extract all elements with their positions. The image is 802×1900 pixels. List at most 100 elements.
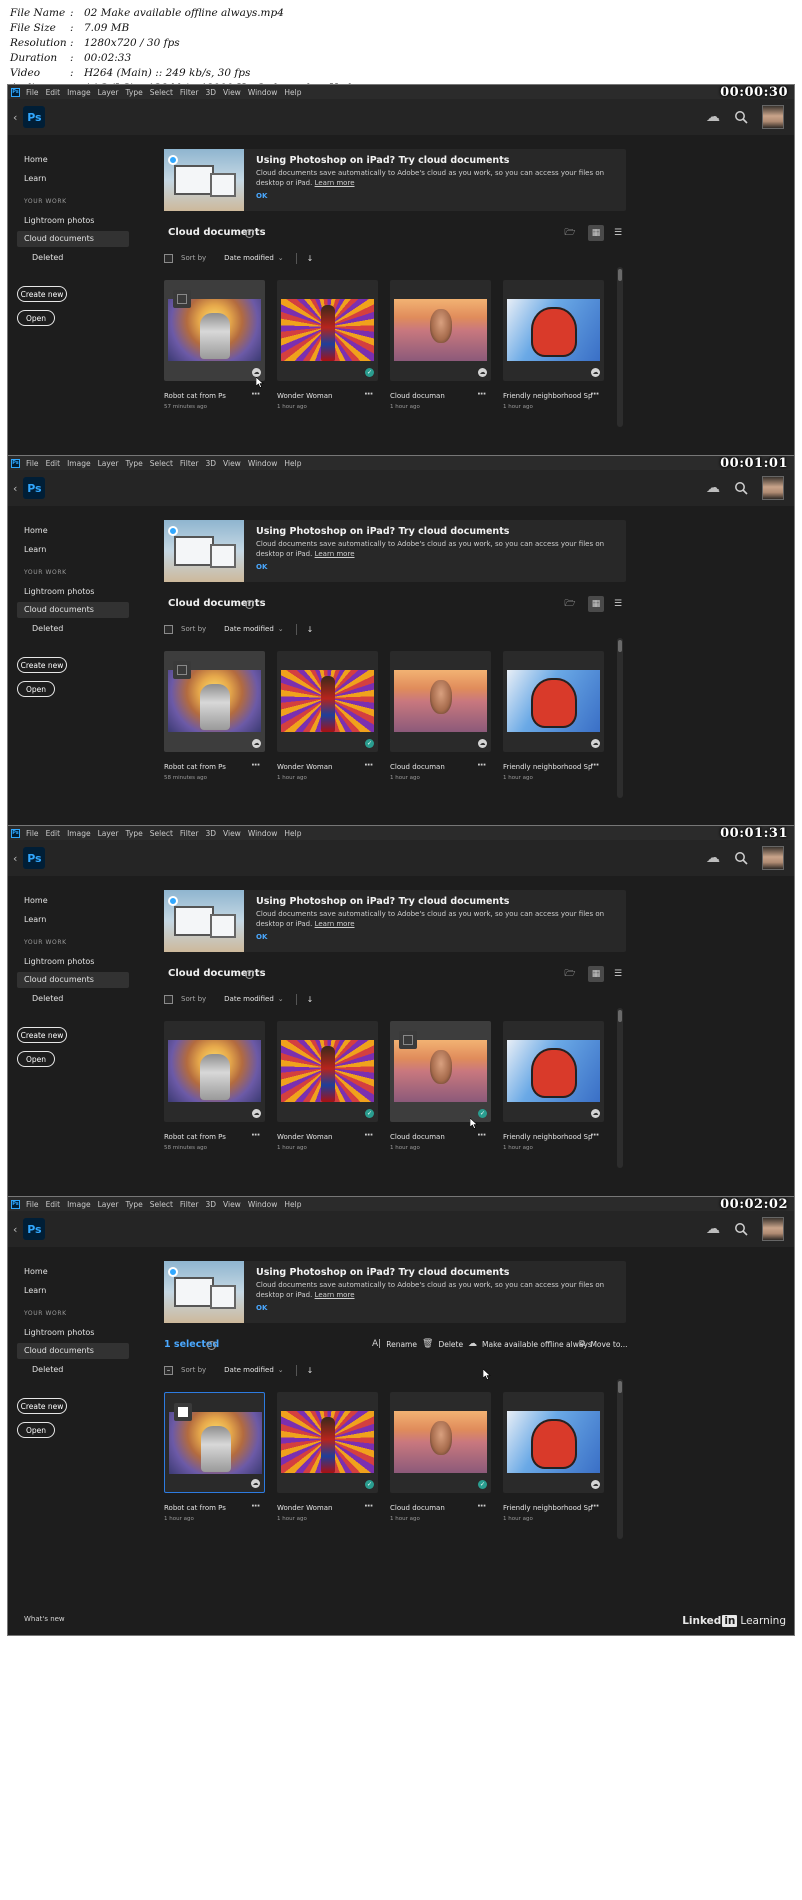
- move-to-button[interactable]: ⧉ Move to...: [579, 1339, 627, 1349]
- sidebar-item-lightroom[interactable]: Lightroom photos: [24, 216, 94, 225]
- info-icon[interactable]: i: [245, 229, 254, 238]
- sidebar-item-cloud-documents[interactable]: Cloud documents: [24, 605, 94, 614]
- menu-window[interactable]: Window: [248, 88, 278, 97]
- scrollbar-thumb[interactable]: [618, 1010, 622, 1022]
- more-options-icon[interactable]: ···: [477, 389, 486, 400]
- document-card[interactable]: ☁: [164, 1021, 265, 1122]
- select-checkbox[interactable]: [173, 290, 191, 308]
- sort-dropdown[interactable]: Date modified: [224, 995, 274, 1003]
- open-button[interactable]: Open: [17, 681, 55, 697]
- sidebar-item-learn[interactable]: Learn: [24, 545, 46, 554]
- sidebar-item-cloud-documents[interactable]: Cloud documents: [24, 975, 94, 984]
- menu-window[interactable]: Window: [248, 459, 278, 468]
- new-folder-icon[interactable]: 🗁: [562, 225, 578, 241]
- menu-help[interactable]: Help: [284, 1200, 301, 1209]
- document-card[interactable]: ✓: [277, 280, 378, 381]
- sidebar-item-learn[interactable]: Learn: [24, 174, 46, 183]
- menu-layer[interactable]: Layer: [98, 829, 119, 838]
- sidebar-item-lightroom[interactable]: Lightroom photos: [24, 957, 94, 966]
- grid-view-icon[interactable]: ▦: [588, 596, 604, 612]
- sidebar-item-home[interactable]: Home: [24, 1267, 48, 1276]
- search-icon[interactable]: [734, 851, 748, 865]
- more-options-icon[interactable]: ···: [590, 1130, 599, 1141]
- document-card[interactable]: ☁: [503, 280, 604, 381]
- scrollbar[interactable]: [617, 1008, 623, 1168]
- sidebar-item-home[interactable]: Home: [24, 896, 48, 905]
- scrollbar-thumb[interactable]: [618, 269, 622, 281]
- document-card[interactable]: ✓: [277, 1021, 378, 1122]
- make-offline-button[interactable]: ☁ Make available offline always: [468, 1339, 592, 1349]
- more-options-icon[interactable]: ···: [590, 389, 599, 400]
- open-button[interactable]: Open: [17, 310, 55, 326]
- more-options-icon[interactable]: ···: [364, 760, 373, 771]
- sort-dropdown[interactable]: Date modified: [224, 625, 274, 633]
- sidebar-item-deleted[interactable]: Deleted: [32, 994, 63, 1003]
- document-card[interactable]: ✓: [390, 1392, 491, 1493]
- more-options-icon[interactable]: ···: [477, 1130, 486, 1141]
- cloud-icon[interactable]: ☁: [706, 109, 720, 125]
- document-card[interactable]: ☁: [164, 1392, 265, 1493]
- chevron-down-icon[interactable]: ⌄: [278, 1366, 284, 1374]
- sort-direction-icon[interactable]: ↓: [307, 995, 314, 1004]
- scrollbar[interactable]: [617, 638, 623, 798]
- menu-type[interactable]: Type: [126, 459, 143, 468]
- learn-more-link[interactable]: Learn more: [315, 1291, 355, 1299]
- create-new-button[interactable]: Create new: [17, 1027, 67, 1043]
- scrollbar-thumb[interactable]: [618, 640, 622, 652]
- select-checkbox[interactable]: [173, 661, 191, 679]
- sort-dropdown[interactable]: Date modified: [224, 254, 274, 262]
- menu-type[interactable]: Type: [126, 88, 143, 97]
- select-checkbox[interactable]: [174, 1403, 192, 1421]
- list-view-icon[interactable]: ☰: [610, 596, 626, 612]
- menu-3d[interactable]: 3D: [205, 829, 216, 838]
- sidebar-item-home[interactable]: Home: [24, 155, 48, 164]
- menu-layer[interactable]: Layer: [98, 459, 119, 468]
- banner-ok-button[interactable]: OK: [256, 192, 267, 200]
- menu-file[interactable]: File: [26, 829, 39, 838]
- sort-dropdown[interactable]: Date modified: [224, 1366, 274, 1374]
- more-options-icon[interactable]: ···: [364, 389, 373, 400]
- chevron-down-icon[interactable]: ⌄: [278, 254, 284, 262]
- scrollbar[interactable]: [617, 1379, 623, 1539]
- menu-3d[interactable]: 3D: [205, 1200, 216, 1209]
- menu-view[interactable]: View: [223, 88, 241, 97]
- info-icon[interactable]: i: [245, 600, 254, 609]
- avatar[interactable]: [762, 476, 784, 500]
- more-options-icon[interactable]: ···: [251, 760, 260, 771]
- more-options-icon[interactable]: ···: [251, 1501, 260, 1512]
- chevron-down-icon[interactable]: ⌄: [278, 625, 284, 633]
- grid-view-icon[interactable]: ▦: [588, 225, 604, 241]
- menu-edit[interactable]: Edit: [46, 88, 61, 97]
- menu-type[interactable]: Type: [126, 1200, 143, 1209]
- menu-edit[interactable]: Edit: [46, 829, 61, 838]
- document-card[interactable]: ✓: [277, 1392, 378, 1493]
- back-icon[interactable]: ‹: [13, 1223, 17, 1236]
- create-new-button[interactable]: Create new: [17, 657, 67, 673]
- create-new-button[interactable]: Create new: [17, 1398, 67, 1414]
- document-card[interactable]: ✓: [277, 651, 378, 752]
- menu-filter[interactable]: Filter: [180, 88, 199, 97]
- menu-layer[interactable]: Layer: [98, 1200, 119, 1209]
- sidebar-item-cloud-documents[interactable]: Cloud documents: [24, 1346, 94, 1355]
- menu-select[interactable]: Select: [150, 1200, 173, 1209]
- sidebar-item-deleted[interactable]: Deleted: [32, 1365, 63, 1374]
- menu-edit[interactable]: Edit: [46, 459, 61, 468]
- more-options-icon[interactable]: ···: [590, 1501, 599, 1512]
- chevron-down-icon[interactable]: ⌄: [278, 995, 284, 1003]
- select-all-checkbox[interactable]: [164, 994, 173, 1004]
- more-options-icon[interactable]: ···: [251, 389, 260, 400]
- menu-file[interactable]: File: [26, 88, 39, 97]
- cloud-icon[interactable]: ☁: [706, 1221, 720, 1237]
- delete-button[interactable]: 🗑 Delete: [422, 1339, 463, 1349]
- back-icon[interactable]: ‹: [13, 482, 17, 495]
- document-card[interactable]: ☁: [164, 280, 265, 381]
- more-options-icon[interactable]: ···: [590, 760, 599, 771]
- select-all-checkbox[interactable]: [164, 253, 173, 263]
- menu-image[interactable]: Image: [67, 1200, 91, 1209]
- document-card[interactable]: ☁: [390, 280, 491, 381]
- whats-new-link[interactable]: What's new: [24, 1615, 65, 1623]
- banner-ok-button[interactable]: OK: [256, 933, 267, 941]
- grid-view-icon[interactable]: ▦: [588, 966, 604, 982]
- create-new-button[interactable]: Create new: [17, 286, 67, 302]
- open-button[interactable]: Open: [17, 1051, 55, 1067]
